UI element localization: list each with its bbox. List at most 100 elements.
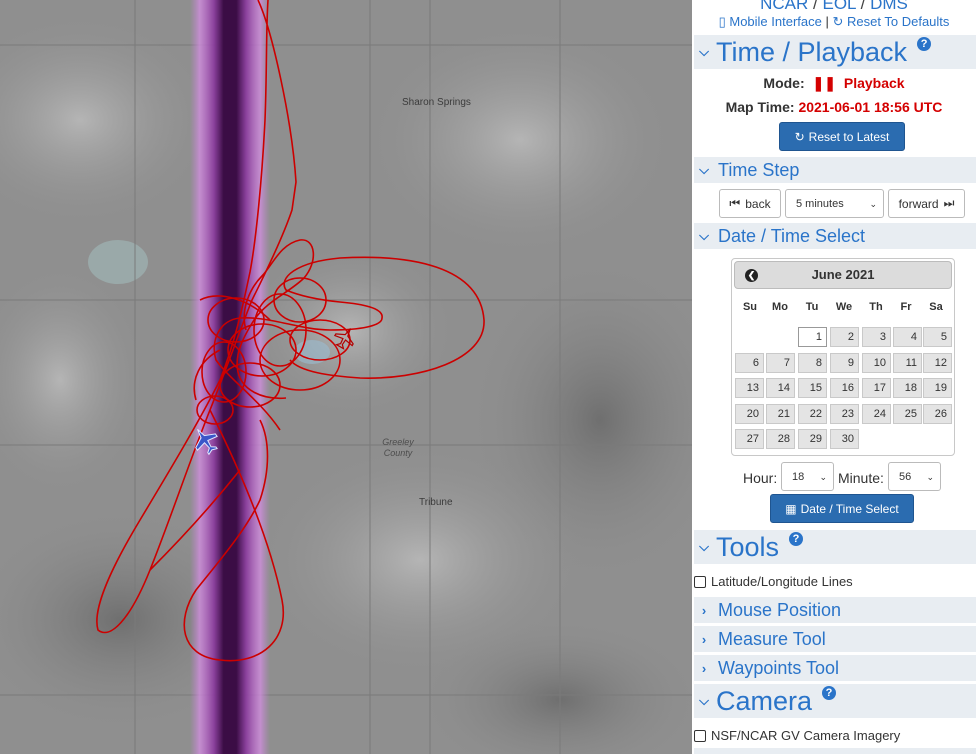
calendar-day[interactable]: 17 — [862, 378, 891, 399]
chevron-down-icon: ⌵ — [699, 693, 709, 708]
calendar-day[interactable]: 10 — [862, 352, 891, 373]
section-mouse-position[interactable]: › Mouse Position — [694, 597, 976, 623]
weekday-label: Fr — [900, 301, 912, 313]
breadcrumb-eol[interactable]: EOL — [823, 0, 856, 13]
section-title: Camera — [716, 685, 813, 716]
hour-select[interactable]: 18 ⌄ — [781, 462, 834, 491]
calendar-day[interactable]: 8 — [798, 352, 827, 373]
calendar-day[interactable]: 28 — [766, 429, 795, 450]
calendar-day[interactable]: 12 — [923, 352, 952, 373]
refresh-icon: ↻ — [794, 129, 805, 144]
calendar-day[interactable]: 18 — [893, 378, 922, 399]
chevron-right-icon: › — [701, 660, 707, 676]
reset-to-latest-button[interactable]: ↻ Reset to Latest — [779, 122, 905, 151]
calendar-day[interactable]: 23 — [830, 403, 859, 424]
section-waypoints-tool[interactable]: › Waypoints Tool — [694, 655, 976, 681]
calendar-day[interactable]: 4 — [893, 327, 922, 347]
section-title: Waypoints Tool — [718, 657, 840, 678]
calendar-day[interactable]: 2 — [830, 327, 859, 347]
map-time-row: Map Time: 2021-06-01 18:56 UTC — [692, 99, 976, 115]
date-time-select-button[interactable]: ▦ Date / Time Select — [770, 494, 914, 523]
weekday-label: Sa — [929, 301, 943, 313]
calendar-day[interactable]: 25 — [893, 403, 922, 424]
chevron-down-icon: ⌄ — [869, 198, 877, 209]
reset-defaults-link[interactable]: Reset To Defaults — [847, 14, 949, 29]
chevron-down-icon: ⌵ — [699, 162, 709, 177]
mode-value: Playback — [843, 75, 905, 91]
calendar-day[interactable]: 3 — [862, 327, 891, 347]
help-icon[interactable]: ? — [789, 532, 804, 546]
section-next — [694, 748, 976, 754]
section-camera[interactable]: ⌵ Camera ? — [694, 684, 976, 718]
calendar-day[interactable]: 20 — [735, 403, 764, 424]
control-panel: NCAR / EOL / DMS ▯ Mobile Interface | ↻ … — [692, 0, 976, 754]
mobile-interface-link[interactable]: Mobile Interface — [729, 14, 822, 29]
checkbox-icon — [694, 729, 706, 742]
map-time-value: 2021-06-01 18:56 UTC — [798, 99, 943, 115]
calendar-day[interactable]: 21 — [766, 403, 795, 424]
time-step-select[interactable]: 5 minutes ⌄ — [785, 189, 884, 218]
weekday-label: Th — [869, 301, 883, 313]
calendar-day[interactable]: 15 — [798, 378, 827, 399]
calendar-day[interactable]: 1 — [798, 327, 827, 347]
step-back-button[interactable]: ⏮ back — [719, 189, 781, 218]
town-label: Sharon Springs — [402, 97, 471, 108]
camera-imagery-checkbox[interactable]: NSF/NCAR GV Camera Imagery — [694, 728, 900, 743]
calendar-day[interactable]: 14 — [766, 378, 795, 399]
calendar-day[interactable]: 22 — [798, 403, 827, 424]
breadcrumb-dms[interactable]: DMS — [870, 0, 908, 13]
section-date-time-select[interactable]: ⌵ Date / Time Select — [694, 223, 976, 249]
mobile-icon: ▯ — [718, 14, 726, 29]
calendar-day[interactable]: 29 — [798, 429, 827, 450]
map-canvas[interactable] — [0, 0, 692, 754]
calendar-day[interactable]: 13 — [735, 378, 764, 399]
breadcrumb-ncar[interactable]: NCAR — [760, 0, 808, 13]
section-measure-tool[interactable]: › Measure Tool — [694, 626, 976, 652]
weekday-label: We — [835, 301, 853, 313]
minute-label: Minute: — [838, 470, 884, 486]
calendar-day[interactable]: 26 — [923, 403, 952, 424]
lat-lon-lines-checkbox[interactable]: Latitude/Longitude Lines — [694, 574, 853, 589]
hour-label: Hour: — [743, 470, 778, 486]
chevron-down-icon: ⌄ — [926, 471, 934, 482]
pause-icon: ❚❚ — [812, 75, 836, 91]
calendar-day[interactable]: 30 — [830, 429, 859, 450]
calendar: June 2021 ❮ Su Mo Tu We Th Fr Sa 1 2 3 4 5 6 7 8 9 10 11… — [731, 258, 955, 456]
calendar-day[interactable]: 11 — [893, 352, 922, 373]
section-title: Tools — [716, 531, 780, 562]
top-links: ▯ Mobile Interface | ↻ Reset To Defaults — [692, 14, 976, 30]
breadcrumb-separator: / — [860, 0, 866, 13]
calendar-day[interactable]: 24 — [862, 403, 891, 424]
step-forward-button[interactable]: forward ⏭ — [888, 189, 965, 218]
skip-back-icon: ⏮ — [729, 196, 741, 210]
weekday-label: Tu — [805, 301, 819, 313]
section-time-step[interactable]: ⌵ Time Step — [694, 157, 976, 183]
mode-row: Mode: ❚❚ Playback — [692, 75, 976, 92]
calendar-day[interactable]: 7 — [766, 352, 795, 373]
help-icon[interactable]: ? — [822, 686, 837, 700]
weekday-label: Su — [742, 301, 758, 313]
skip-forward-icon: ⏭ — [943, 196, 955, 210]
calendar-day[interactable]: 5 — [923, 327, 952, 347]
calendar-day[interactable]: 9 — [830, 352, 859, 373]
calendar-day[interactable]: 16 — [830, 378, 859, 399]
section-title: Time / Playback — [716, 36, 908, 67]
chevron-down-icon: ⌵ — [699, 44, 709, 59]
mode-label: Mode: — [763, 75, 805, 91]
help-icon[interactable]: ? — [917, 37, 932, 51]
minute-select[interactable]: 56 ⌄ — [888, 462, 941, 491]
section-title: Time Step — [718, 159, 800, 180]
chevron-right-icon: › — [701, 602, 707, 618]
map-time-label: Map Time: — [725, 99, 795, 115]
calendar-icon: ▦ — [785, 501, 797, 516]
calendar-day[interactable]: 27 — [735, 429, 764, 450]
map-view[interactable]: Sharon Springs Tribune Greeley County — [0, 0, 692, 754]
section-time-playback[interactable]: ⌵ Time / Playback ? — [694, 35, 976, 69]
calendar-day[interactable]: 19 — [923, 378, 952, 399]
section-tools[interactable]: ⌵ Tools ? — [694, 530, 976, 564]
section-title: Mouse Position — [718, 599, 842, 620]
link-divider: | — [825, 14, 829, 29]
calendar-day[interactable]: 6 — [735, 352, 764, 373]
town-label: Tribune — [419, 497, 453, 508]
previous-month-icon[interactable]: ❮ — [745, 269, 758, 282]
